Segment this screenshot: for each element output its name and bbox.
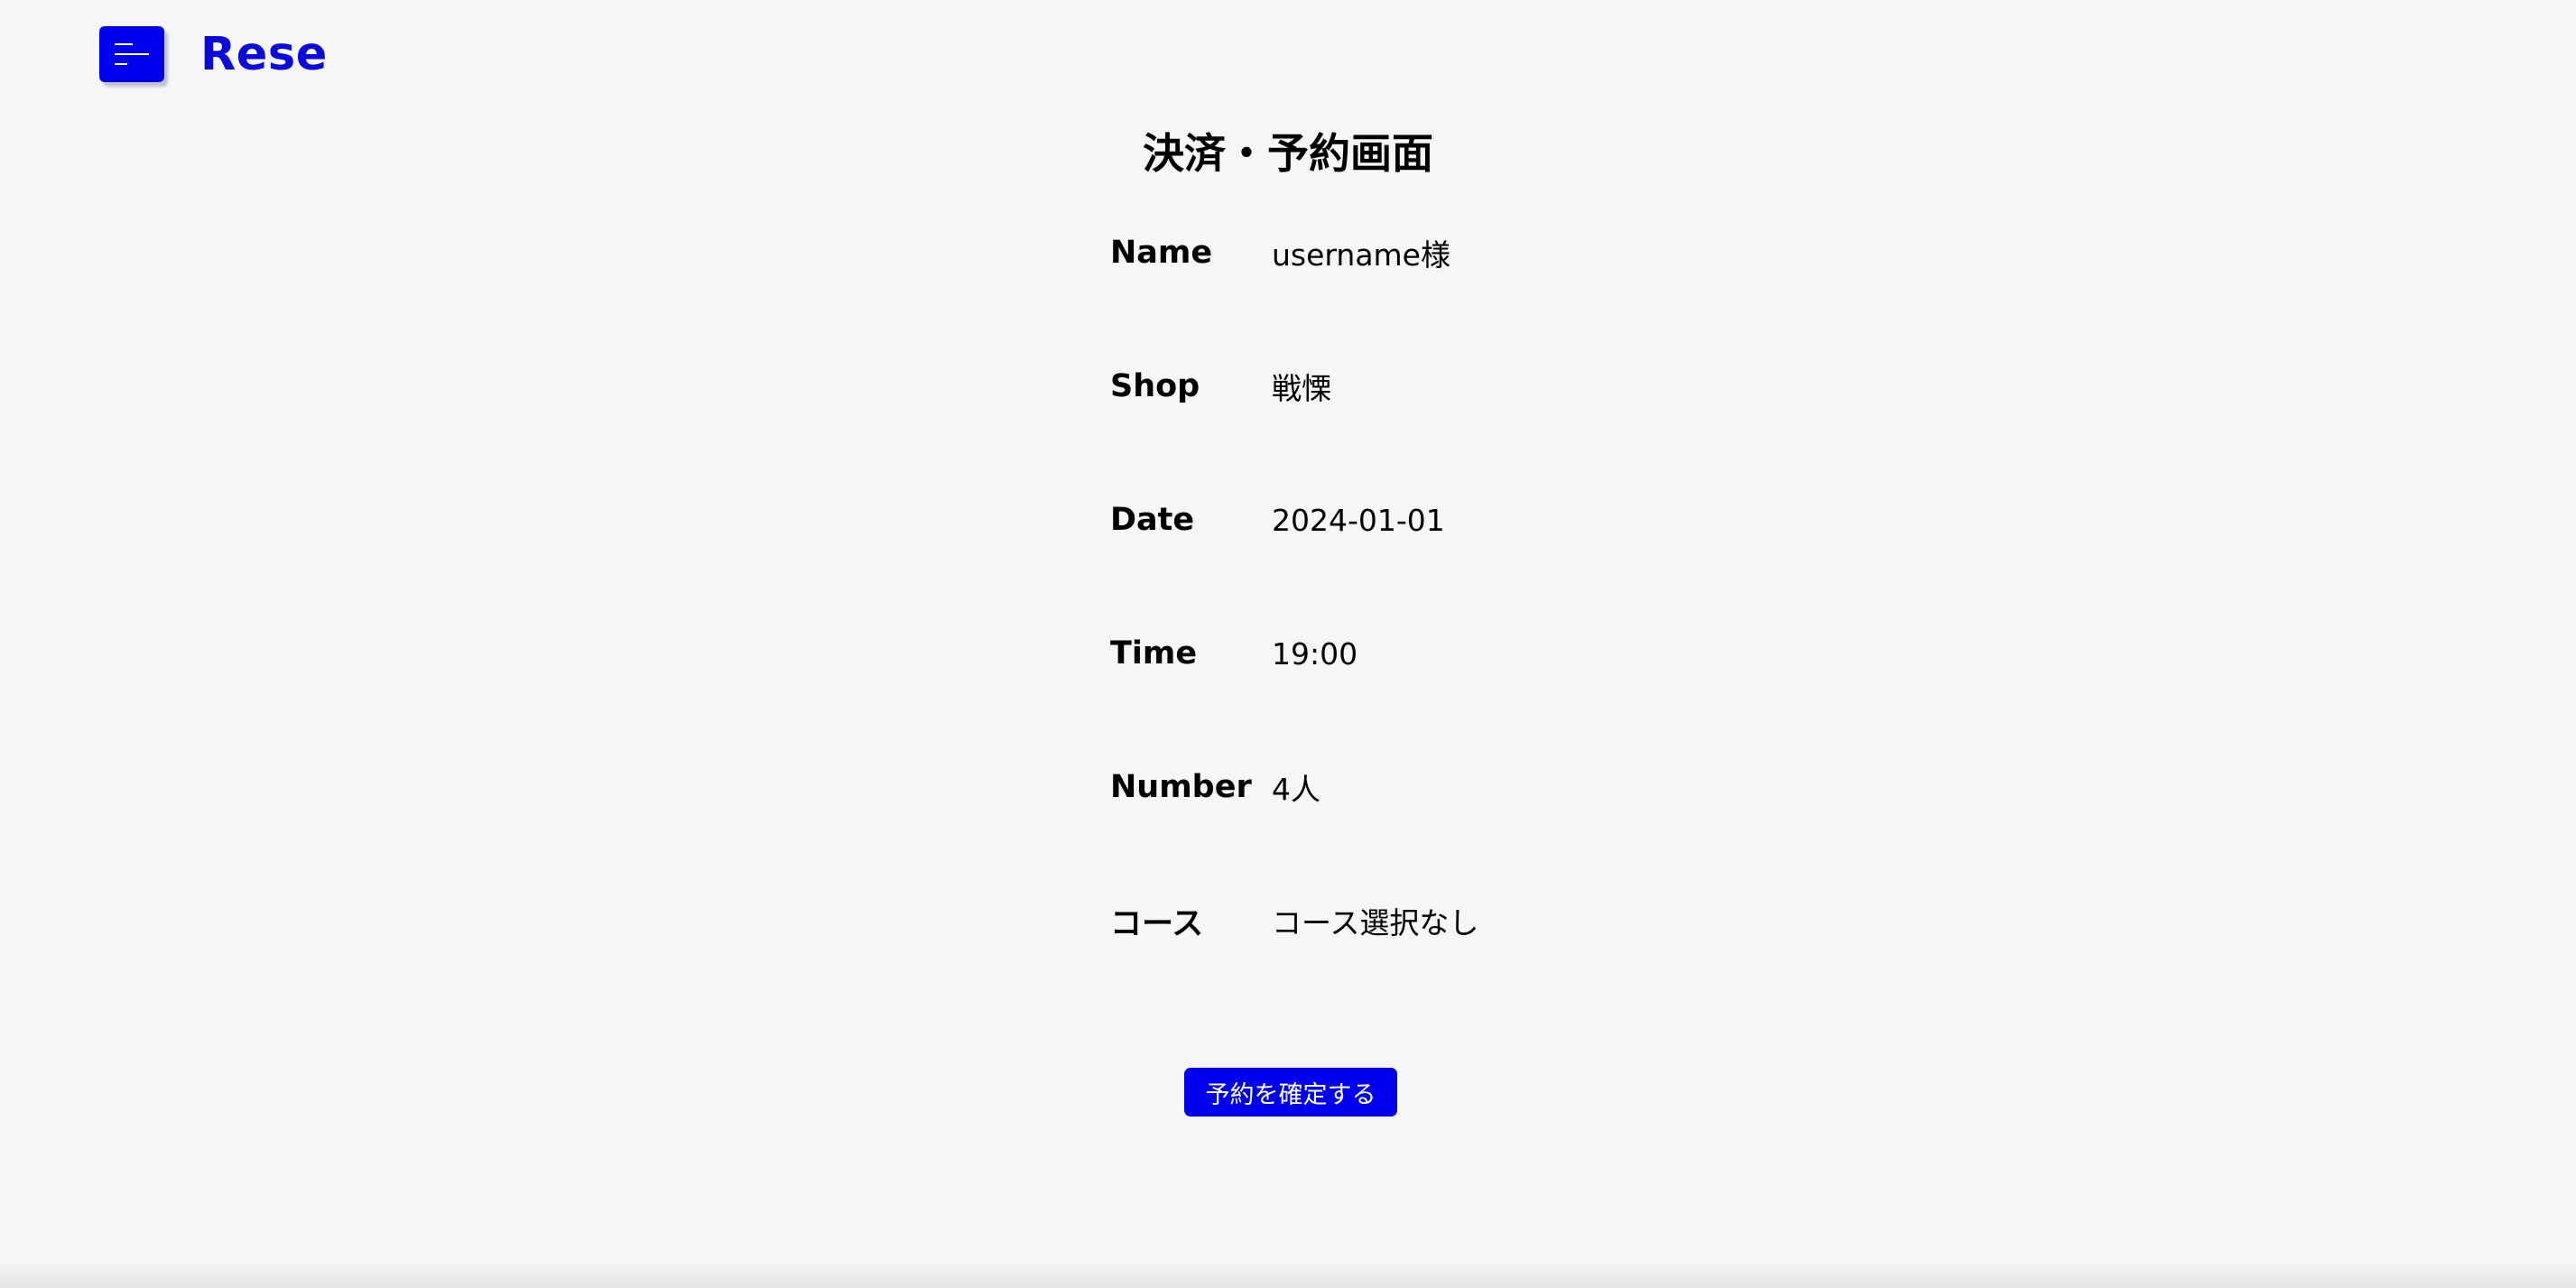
detail-label: Name	[1110, 235, 1213, 271]
detail-value: 戦慄	[1272, 371, 1331, 406]
hamburger-line	[115, 63, 127, 65]
detail-label: Date	[1110, 502, 1195, 538]
header: Rese	[99, 26, 328, 82]
detail-label: Time	[1110, 635, 1198, 672]
detail-row-number: Number 4人	[1110, 760, 1478, 814]
detail-value: コース選択なし	[1272, 905, 1479, 941]
menu-button[interactable]	[99, 26, 164, 82]
logo[interactable]: Rese	[200, 28, 328, 81]
detail-label: Shop	[1110, 368, 1200, 404]
detail-value: 19:00	[1272, 635, 1358, 672]
detail-value: 4人	[1272, 772, 1320, 807]
detail-value: 2024-01-01	[1272, 502, 1445, 538]
detail-row-date: Date 2024-01-01	[1110, 493, 1478, 547]
bottom-shadow	[0, 1261, 2576, 1288]
page-title: 決済・予約画面	[1143, 129, 1433, 178]
hamburger-menu-icon	[115, 43, 133, 45]
reservation-confirm-page: Rese 決済・予約画面 Name username様 Shop 戦慄 Date…	[0, 0, 2576, 1288]
detail-label: コース	[1110, 905, 1204, 942]
hamburger-line	[115, 53, 149, 55]
detail-row-name: Name username様	[1110, 226, 1478, 280]
detail-row-course: コース コース選択なし	[1110, 894, 1478, 948]
detail-label: Number	[1110, 769, 1252, 805]
detail-row-time: Time 19:00	[1110, 626, 1478, 681]
detail-value: username様	[1272, 237, 1450, 273]
confirm-reservation-button[interactable]: 予約を確定する	[1184, 1068, 1397, 1117]
detail-row-shop: Shop 戦慄	[1110, 359, 1478, 413]
reservation-details: Name username様 Shop 戦慄 Date 2024-01-01 T…	[1110, 226, 1478, 1027]
